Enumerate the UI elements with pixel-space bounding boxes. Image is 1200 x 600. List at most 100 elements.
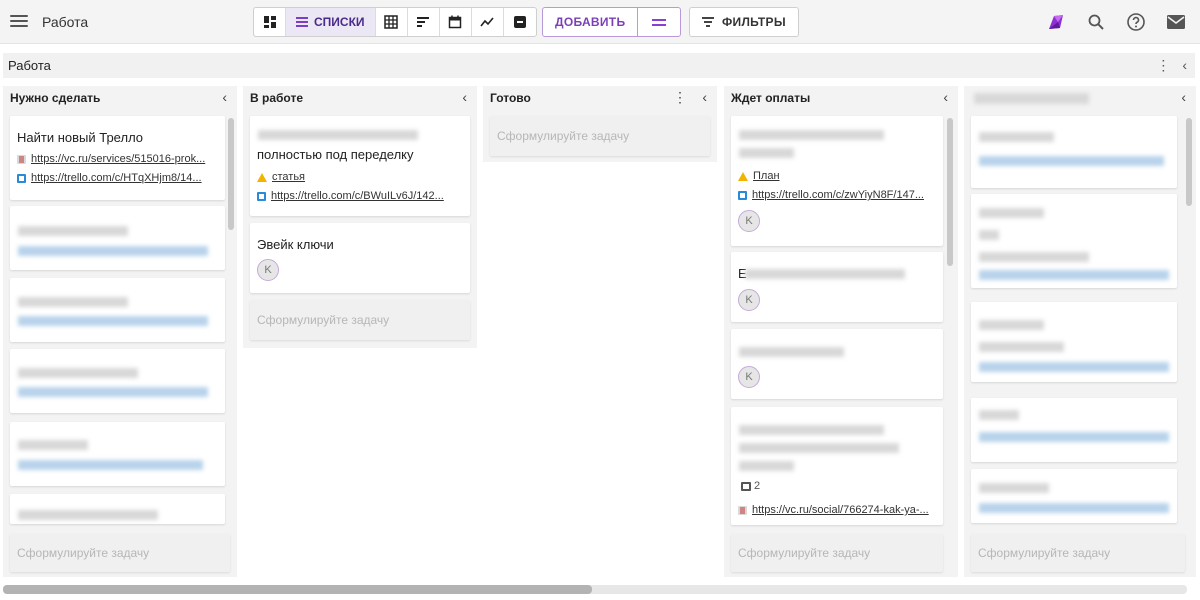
sort-icon: [417, 17, 430, 27]
new-card-placeholder: Сформулируйте задачу: [497, 129, 630, 143]
view-switcher: СПИСКИ: [253, 7, 537, 37]
top-bar: Работа СПИСКИ ДОБАВИТЬ ФИЛЬТРЫ: [0, 0, 1200, 44]
card[interactable]: [971, 302, 1177, 382]
column-scrollbar[interactable]: [947, 118, 953, 266]
card[interactable]: Найти новый Трелло https://vc.ru/service…: [10, 116, 225, 200]
comments-count: 2: [741, 480, 760, 492]
collapse-column-icon[interactable]: ‹: [943, 89, 948, 105]
filters-label: ФИЛЬТРЫ: [722, 15, 786, 29]
chart-view-button[interactable]: [472, 8, 504, 36]
new-card-input[interactable]: Сформулируйте задачу: [250, 300, 470, 340]
calendar-view-button[interactable]: [440, 8, 472, 36]
card-link[interactable]: https://vc.ru/social/766274-kak-ya-...: [752, 504, 929, 516]
card-link[interactable]: План: [753, 170, 780, 182]
card[interactable]: [971, 398, 1177, 462]
column-todo: Нужно сделать ‹ Найти новый Трелло https…: [3, 86, 237, 577]
table-view-button[interactable]: [376, 8, 408, 36]
new-card-input[interactable]: Сформулируйте задачу: [731, 534, 943, 572]
collapse-column-icon[interactable]: ‹: [702, 89, 707, 105]
card-title: Эвейк ключи: [257, 237, 334, 252]
new-card-placeholder: Сформулируйте задачу: [257, 313, 390, 327]
column-title: В работе: [250, 91, 303, 105]
dashboard-icon: [263, 16, 276, 28]
card[interactable]: [10, 206, 225, 270]
card[interactable]: [10, 278, 225, 342]
lists-view-label: СПИСКИ: [314, 15, 365, 29]
collapse-column-icon[interactable]: ‹: [222, 89, 227, 105]
board-scrollbar-thumb[interactable]: [3, 585, 592, 594]
card-title: полностью под переделку: [257, 147, 414, 162]
board-header: Работа ⋮ ‹: [3, 53, 1195, 78]
column-title: Нужно сделать: [10, 91, 101, 105]
card[interactable]: полностью под переделку статья https://t…: [250, 116, 470, 216]
avatar[interactable]: K: [738, 366, 760, 388]
column-in-progress: В работе ‹ полностью под переделку стать…: [243, 86, 477, 348]
card-link[interactable]: https://vc.ru/services/515016-prok...: [31, 153, 205, 165]
archive-icon: [513, 16, 526, 28]
list-icon: [296, 17, 308, 27]
trello-icon: [17, 173, 26, 183]
avatar[interactable]: K: [738, 289, 760, 311]
card-link[interactable]: статья: [272, 171, 305, 183]
new-card-placeholder: Сформулируйте задачу: [17, 546, 150, 560]
column-blurred: ‹ Сформулируйте задачу: [964, 86, 1196, 577]
board-title: Работа: [8, 58, 51, 73]
card[interactable]: E K: [731, 252, 943, 322]
collapse-column-icon[interactable]: ‹: [462, 89, 467, 105]
card[interactable]: [10, 422, 225, 486]
card[interactable]: [10, 349, 225, 413]
table-icon: [384, 15, 398, 29]
column-done: Готово ⋮ ‹ Сформулируйте задачу: [483, 86, 717, 162]
filters-button[interactable]: ФИЛЬТРЫ: [689, 7, 799, 37]
card[interactable]: 2 https://vc.ru/social/766274-kak-ya-...: [731, 407, 943, 525]
comment-icon: [741, 481, 751, 491]
logo-icon[interactable]: [1044, 10, 1068, 34]
column-scrollbar[interactable]: [228, 118, 234, 230]
card[interactable]: [971, 469, 1177, 523]
google-drive-icon: [257, 172, 267, 182]
trend-icon: [480, 17, 494, 27]
card-link[interactable]: https://trello.com/c/HTqXHjm8/14...: [31, 172, 202, 184]
vc-icon: [738, 505, 747, 515]
add-button-group: ДОБАВИТЬ: [542, 7, 682, 37]
card-link[interactable]: https://trello.com/c/BWuILv6J/142...: [271, 190, 444, 202]
card[interactable]: [10, 494, 225, 524]
new-card-input[interactable]: Сформулируйте задачу: [971, 534, 1185, 572]
search-icon[interactable]: [1084, 10, 1108, 34]
avatar[interactable]: K: [257, 259, 279, 281]
card-link[interactable]: https://trello.com/c/zwYiyN8F/147...: [752, 189, 924, 201]
card[interactable]: План https://trello.com/c/zwYiyN8F/147..…: [731, 116, 943, 246]
new-card-input[interactable]: Сформулируйте задачу: [490, 116, 710, 156]
help-icon[interactable]: [1124, 10, 1148, 34]
menu-icon[interactable]: [10, 13, 28, 31]
column-title: Готово: [490, 91, 531, 105]
more-vert-icon[interactable]: ⋮: [1156, 57, 1170, 74]
filter-icon: [702, 17, 714, 27]
lists-view-button[interactable]: СПИСКИ: [286, 8, 376, 36]
mail-icon[interactable]: [1164, 10, 1188, 34]
card[interactable]: [971, 116, 1177, 188]
app-title: Работа: [42, 14, 89, 30]
vc-icon: [17, 154, 26, 164]
archive-view-button[interactable]: [504, 8, 536, 36]
card[interactable]: K: [731, 329, 943, 399]
new-card-placeholder: Сформулируйте задачу: [978, 546, 1111, 560]
sort-view-button[interactable]: [408, 8, 440, 36]
card-title: Найти новый Трелло: [17, 130, 144, 145]
card[interactable]: Эвейк ключи K: [250, 223, 470, 293]
dashboard-view-button[interactable]: [254, 8, 286, 36]
new-card-placeholder: Сформулируйте задачу: [738, 546, 871, 560]
add-options-button[interactable]: [638, 8, 680, 36]
calendar-icon: [448, 15, 462, 29]
add-button[interactable]: ДОБАВИТЬ: [543, 8, 639, 36]
avatar[interactable]: K: [738, 210, 760, 232]
trello-icon: [738, 190, 747, 200]
column-awaiting-payment: Ждет оплаты ‹ План https://trello.com/c/…: [724, 86, 958, 577]
column-title: Ждет оплаты: [731, 91, 811, 105]
card[interactable]: [971, 194, 1177, 288]
more-vert-icon[interactable]: ⋮: [673, 89, 687, 106]
column-scrollbar[interactable]: [1186, 118, 1192, 206]
collapse-column-icon[interactable]: ‹: [1181, 89, 1186, 105]
chevron-left-icon[interactable]: ‹: [1182, 57, 1187, 74]
new-card-input[interactable]: Сформулируйте задачу: [10, 534, 230, 572]
